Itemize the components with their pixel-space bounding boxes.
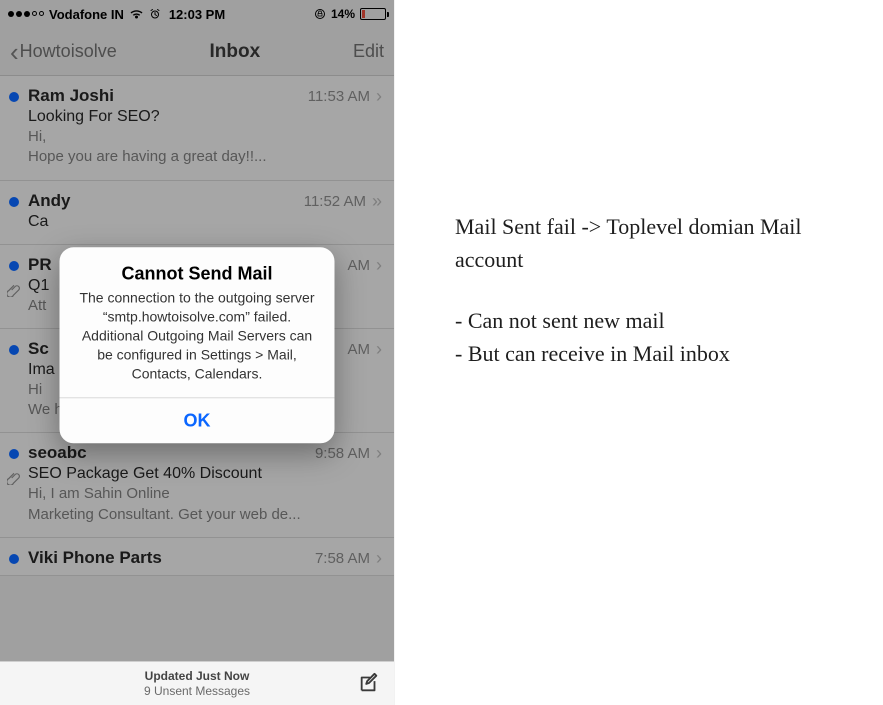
message-from: PR (28, 255, 52, 275)
message-time: 7:58 AM› (315, 548, 382, 569)
message-from: Sc (28, 339, 49, 359)
paperclip-icon (7, 471, 21, 485)
mail-toolbar: Updated Just Now 9 Unsent Messages (0, 661, 394, 705)
back-label: Howtoisolve (20, 41, 117, 62)
alert-title: Cannot Send Mail (60, 248, 335, 289)
message-preview: Hi,Hope you are having a great day!!... (28, 127, 382, 168)
message-time: AM› (348, 255, 383, 276)
annotation-bullet: - Can not sent new mail (455, 304, 853, 337)
message-time: 9:58 AM› (315, 443, 382, 464)
unread-dot-icon (9, 554, 19, 564)
message-subject: Looking For SEO? (28, 108, 382, 126)
navbar: ‹ Howtoisolve Inbox Edit (0, 28, 394, 76)
chevron-right-icon: › (376, 548, 382, 569)
status-time: 12:03 PM (0, 7, 394, 22)
message-row[interactable]: Andy 11:52 AM» Ca (0, 181, 394, 245)
footer-status: Updated Just Now 9 Unsent Messages (144, 669, 250, 698)
unread-dot-icon (9, 92, 19, 102)
message-from: seoabc (28, 443, 87, 463)
chevron-right-icon: › (376, 255, 382, 276)
unread-dot-icon (9, 197, 19, 207)
chevron-right-icon: › (376, 86, 382, 107)
annotation-heading: Mail Sent fail -> Toplevel domian Mail a… (455, 210, 853, 276)
compose-icon[interactable] (358, 672, 380, 694)
message-from: Ram Joshi (28, 86, 114, 106)
message-preview: Hi, I am Sahin OnlineMarketing Consultan… (28, 484, 382, 525)
status-bar: Vodafone IN 12:03 PM 14% (0, 0, 394, 28)
phone-screenshot: Vodafone IN 12:03 PM 14% ‹ Howtoisolve I… (0, 0, 395, 705)
message-from: Andy (28, 191, 71, 211)
message-from: Viki Phone Parts (28, 548, 162, 568)
alert-ok-button[interactable]: OK (60, 398, 335, 443)
annotation-bullet: - But can receive in Mail inbox (455, 337, 853, 370)
navbar-title: Inbox (210, 41, 261, 63)
unread-dot-icon (9, 345, 19, 355)
chevron-left-icon: ‹ (10, 39, 19, 65)
chevron-right-icon: › (376, 339, 382, 360)
edit-button[interactable]: Edit (353, 41, 384, 62)
alert-body: The connection to the outgoing server “s… (60, 289, 335, 397)
message-row[interactable]: Viki Phone Parts 7:58 AM› (0, 538, 394, 576)
chevron-right-icon: › (376, 443, 382, 464)
message-time: AM› (348, 339, 383, 360)
message-time: 11:52 AM» (304, 191, 382, 212)
message-row[interactable]: Ram Joshi 11:53 AM› Looking For SEO? Hi,… (0, 76, 394, 181)
unread-dot-icon (9, 449, 19, 459)
annotation-pane: Mail Sent fail -> Toplevel domian Mail a… (395, 0, 883, 705)
unread-dot-icon (9, 261, 19, 271)
alert-dialog: Cannot Send Mail The connection to the o… (60, 248, 335, 443)
battery-icon (360, 8, 386, 20)
message-row[interactable]: seoabc 9:58 AM› SEO Package Get 40% Disc… (0, 433, 394, 538)
back-button[interactable]: ‹ Howtoisolve (10, 39, 117, 65)
message-time: 11:53 AM› (308, 86, 382, 107)
message-subject: SEO Package Get 40% Discount (28, 465, 382, 483)
chevron-double-right-icon: » (372, 191, 382, 212)
paperclip-icon (7, 283, 21, 297)
message-subject: Ca (28, 213, 382, 231)
